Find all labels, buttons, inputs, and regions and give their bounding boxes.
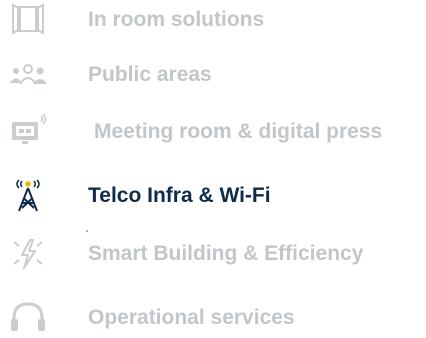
menu-item-label: In room solutions bbox=[88, 8, 265, 31]
menu-item-label: Smart Building & Efficiency bbox=[88, 242, 364, 265]
menu-item-label: Public areas bbox=[88, 63, 212, 86]
menu-item-meeting-room[interactable]: Meeting room & digital press bbox=[0, 112, 426, 152]
solutions-menu: In room solutions Public areas Meeting r… bbox=[0, 0, 426, 338]
room-panel-icon bbox=[8, 0, 48, 40]
headset-icon bbox=[8, 298, 48, 338]
menu-item-public-areas[interactable]: Public areas bbox=[0, 55, 426, 95]
menu-item-operational-services[interactable]: Operational services bbox=[0, 298, 426, 338]
menu-item-in-room-solutions[interactable]: In room solutions bbox=[0, 0, 426, 40]
energy-bolt-icon bbox=[8, 234, 48, 274]
screen-display-icon bbox=[8, 112, 48, 152]
menu-item-label: Telco Infra & Wi-Fi bbox=[88, 184, 271, 207]
menu-item-label: Meeting room & digital press bbox=[94, 120, 383, 143]
divider-dot bbox=[86, 230, 88, 232]
people-group-icon bbox=[8, 55, 48, 95]
menu-item-label: Operational services bbox=[88, 306, 295, 329]
menu-item-telco-infra[interactable]: Telco Infra & Wi-Fi bbox=[0, 176, 426, 216]
antenna-tower-icon bbox=[8, 176, 48, 216]
menu-item-smart-building[interactable]: Smart Building & Efficiency bbox=[0, 234, 426, 274]
